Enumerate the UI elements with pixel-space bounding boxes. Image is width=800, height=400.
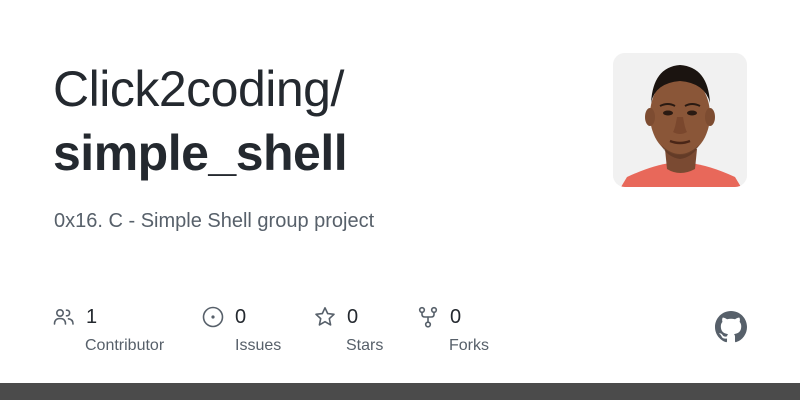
stars-count: 0 xyxy=(347,306,359,328)
stat-stars[interactable]: 0 Stars xyxy=(313,304,383,356)
issue-icon xyxy=(201,305,225,329)
forks-count: 0 xyxy=(450,306,462,328)
issues-count: 0 xyxy=(235,306,247,328)
star-icon xyxy=(313,305,337,329)
repo-description: 0x16. C - Simple Shell group project xyxy=(54,210,375,232)
forks-label: Forks xyxy=(449,337,489,354)
repo-social-card: Click2coding/ simple_shell 0x16. C - Sim… xyxy=(0,0,800,400)
bottom-language-bar xyxy=(0,383,800,400)
repo-owner: Click2coding/ xyxy=(53,61,344,117)
owner-avatar xyxy=(613,53,747,187)
github-logo-icon[interactable] xyxy=(715,311,747,343)
people-icon xyxy=(52,305,76,329)
stars-label: Stars xyxy=(346,337,384,354)
user-avatar-photo xyxy=(613,53,747,187)
contributors-label: Contributor xyxy=(85,337,165,354)
fork-icon xyxy=(416,305,440,329)
issues-label: Issues xyxy=(235,337,282,354)
stat-contributors[interactable]: 1 Contributor xyxy=(52,304,164,356)
contributors-count: 1 xyxy=(86,306,98,328)
repo-name: simple_shell xyxy=(53,125,348,181)
stat-forks[interactable]: 0 Forks xyxy=(416,304,489,356)
stat-issues[interactable]: 0 Issues xyxy=(201,304,281,356)
